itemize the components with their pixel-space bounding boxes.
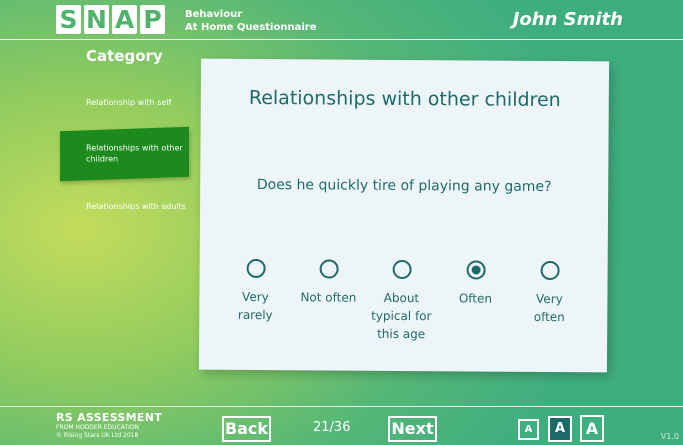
option-label: Often — [458, 291, 493, 306]
logo-letter: S — [56, 5, 81, 34]
text-size-medium-button[interactable]: A — [548, 416, 572, 442]
category-item-adults[interactable]: Relationships with adults — [86, 201, 186, 212]
category-item-self[interactable]: Relationship with self — [86, 97, 186, 108]
subtitle-line2: At Home Questionnaire — [185, 22, 317, 33]
text-size-large-button[interactable]: A — [580, 415, 604, 442]
questionnaire-subtitle: Behaviour At Home Questionnaire — [185, 8, 316, 34]
option-often[interactable]: Often — [435, 260, 515, 308]
question-card: Relationships with other children Does h… — [198, 58, 610, 373]
app-header: S N A P Behaviour At Home Questionnaire … — [0, 0, 683, 40]
logo-letter: P — [140, 5, 165, 34]
section-title: Relationships with other children — [248, 86, 561, 112]
category-item-other-children[interactable]: Relationships with other children — [60, 126, 189, 182]
version-label: V1.0 — [660, 432, 679, 441]
category-item-label: Relationship with self — [86, 98, 172, 107]
brand-sub1: FROM HODDER EDUCATION — [56, 424, 140, 431]
option-very-often[interactable]: Very often — [509, 260, 589, 327]
option-about-typical[interactable]: About typical for this age — [361, 259, 442, 344]
snap-logo: S N A P — [56, 5, 165, 34]
category-item-label: Relationships with adults — [86, 202, 186, 211]
next-button[interactable]: Next — [388, 416, 437, 442]
answer-options: Very rarely Not often About typical for … — [221, 258, 602, 362]
radio-button[interactable] — [319, 259, 339, 279]
radio-button[interactable] — [246, 258, 266, 279]
brand-copyright: © Rising Stars UK Ltd 2018 — [56, 432, 139, 439]
option-not-often[interactable]: Not often — [288, 259, 368, 307]
page-counter: 21/36 — [313, 420, 351, 435]
radio-button[interactable] — [540, 260, 560, 281]
option-very-rarely[interactable]: Very rarely — [215, 258, 295, 325]
subtitle-line1: Behaviour — [185, 9, 243, 20]
question-text: Does he quickly tire of playing any game… — [256, 176, 552, 196]
brand-main: RS ASSESSMENT — [56, 411, 163, 424]
category-title: Category — [86, 47, 163, 65]
app-footer: RS ASSESSMENT FROM HODDER EDUCATION © Ri… — [0, 406, 683, 445]
category-item-label: Relationships with other children — [86, 143, 183, 164]
radio-button-selected[interactable] — [466, 260, 486, 280]
option-label: Not often — [300, 290, 357, 305]
back-button[interactable]: Back — [222, 416, 271, 442]
user-name: John Smith — [512, 9, 623, 30]
rs-assessment-logo: RS ASSESSMENT FROM HODDER EDUCATION © Ri… — [56, 411, 162, 440]
radio-button[interactable] — [392, 259, 412, 280]
text-size-small-button[interactable]: A — [518, 419, 539, 440]
option-label: About typical for this age — [371, 290, 432, 342]
option-label: Very rarely — [237, 289, 273, 323]
logo-letter: A — [112, 5, 137, 34]
logo-letter: N — [84, 5, 109, 34]
option-label: Very often — [533, 291, 565, 325]
